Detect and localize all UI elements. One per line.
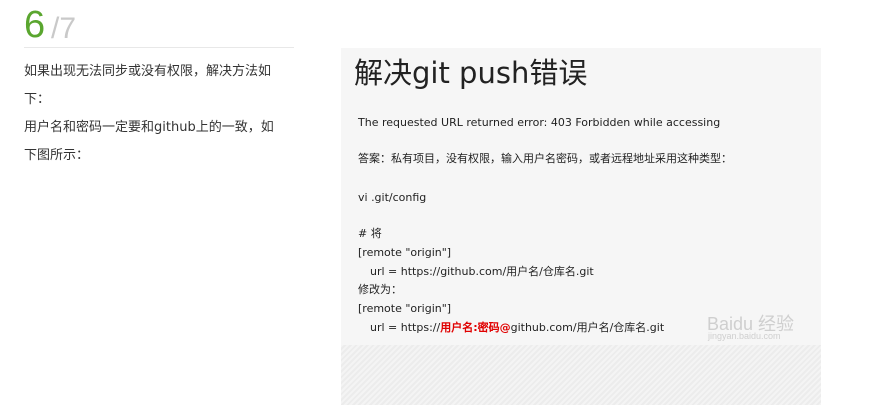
config-command: vi .git/config bbox=[358, 191, 427, 204]
answer-line: 答案：私有项目，没有权限，输入用户名密码，或者远程地址采用这种类型： bbox=[358, 152, 732, 165]
error-line: The requested URL returned error: 403 Fo… bbox=[358, 116, 721, 129]
url-credentials: 用户名:密码@ bbox=[440, 321, 511, 334]
description-line: 下： bbox=[24, 92, 51, 107]
step-number: 6 bbox=[24, 4, 46, 46]
remote-line: [remote "origin"] bbox=[358, 246, 452, 259]
baidu-watermark-url: jingyan.baidu.com bbox=[708, 331, 781, 341]
step-description: 如果出现无法同步或没有权限，解决方法如 下： 用户名和密码一定要和github上… bbox=[24, 58, 299, 170]
url-line-original: url = https://github.com/用户名/仓库名.git bbox=[370, 265, 594, 278]
step-screenshot-image[interactable]: 解决git push错误 The requested URL returned … bbox=[341, 48, 821, 405]
url-line-modified: url = https://用户名:密码@github.com/用户名/仓库名.… bbox=[370, 321, 664, 335]
image-title: 解决git push错误 bbox=[354, 56, 588, 90]
step-header: 6 /7 bbox=[24, 4, 294, 48]
image-hatch-background bbox=[341, 345, 821, 405]
description-line: 如果出现无法同步或没有权限，解决方法如 bbox=[24, 64, 272, 79]
comment-line: # 将 bbox=[358, 227, 382, 240]
step-total: /7 bbox=[51, 12, 77, 45]
change-to-label: 修改为： bbox=[358, 283, 402, 296]
url-suffix: github.com/用户名/仓库名.git bbox=[510, 321, 665, 334]
remote-line: [remote "origin"] bbox=[358, 302, 452, 315]
description-line: 用户名和密码一定要和github上的一致，如 bbox=[24, 120, 274, 135]
url-prefix: url = https:// bbox=[370, 321, 441, 334]
description-line: 下图所示： bbox=[24, 148, 90, 163]
